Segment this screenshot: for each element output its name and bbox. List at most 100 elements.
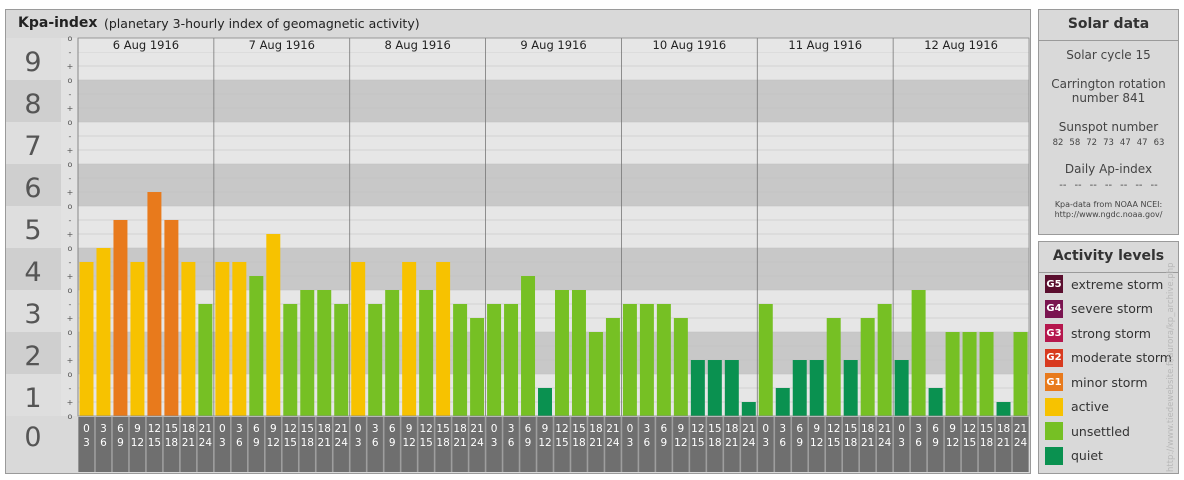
kp-bar <box>996 402 1011 416</box>
x-interval-start: 0 <box>762 423 769 435</box>
sunspot-value: 58 <box>1069 138 1081 148</box>
kp-bar <box>639 303 654 416</box>
minor-tick-label: - <box>69 258 72 267</box>
kp-bar <box>928 387 943 416</box>
x-interval-end: 12 <box>131 437 144 449</box>
minor-tick-label: o <box>68 244 73 253</box>
sunspot-value: 47 <box>1136 138 1148 148</box>
y-tick-label: 0 <box>24 422 41 453</box>
kp-bar <box>605 318 620 416</box>
x-interval-start: 21 <box>470 423 483 435</box>
day-label: 10 Aug 1916 <box>653 38 727 52</box>
x-interval-start: 18 <box>997 423 1010 435</box>
carrington-number: number 841 <box>1071 91 1146 105</box>
x-interval-end: 12 <box>402 437 415 449</box>
x-interval-start: 18 <box>861 423 874 435</box>
minor-tick-label: - <box>69 384 72 393</box>
ap-index-value: -- <box>1059 180 1067 191</box>
legend-swatch <box>1045 446 1063 465</box>
x-interval-end: 6 <box>779 437 786 449</box>
x-interval-end: 18 <box>708 437 721 449</box>
x-interval-end: 24 <box>199 437 213 449</box>
minor-tick-label: o <box>68 160 73 169</box>
kp-band <box>78 164 1029 206</box>
solar-cycle: Solar cycle 15 <box>1066 48 1151 62</box>
kp-bar <box>198 303 213 416</box>
y-tick-label: 1 <box>24 383 41 414</box>
x-interval-end: 6 <box>100 437 107 449</box>
legend-swatch: G1 <box>1045 373 1063 391</box>
kp-bar <box>487 303 502 416</box>
x-interval-end: 12 <box>810 437 823 449</box>
legend-label: quiet <box>1071 448 1103 463</box>
kp-bar <box>656 303 671 416</box>
x-interval-start: 0 <box>627 423 634 435</box>
x-interval-end: 3 <box>219 437 226 449</box>
x-interval-end: 18 <box>572 437 585 449</box>
sunspot-values: 82 58 72 73 47 47 63 <box>1039 138 1178 148</box>
minor-tick-label: o <box>68 370 73 379</box>
kp-band <box>78 80 1029 122</box>
solar-data-panel: Solar data Solar cycle 15 Carrington rot… <box>1038 9 1179 235</box>
sunspot-value: 47 <box>1119 138 1131 148</box>
sunspot-value: 72 <box>1086 138 1098 148</box>
x-interval-end: 24 <box>470 437 484 449</box>
x-interval-end: 3 <box>355 437 362 449</box>
x-interval-end: 18 <box>980 437 993 449</box>
x-interval-start: 0 <box>491 423 498 435</box>
kpa-bar-chart: 6 Aug 1916 7 Aug 1916 8 Aug 1916 9 Aug 1916… <box>6 34 1030 472</box>
x-interval-start: 15 <box>301 423 314 435</box>
minor-tick-label: + <box>67 104 74 113</box>
ap-index-value: -- <box>1135 180 1143 191</box>
x-interval-start: 6 <box>117 423 124 435</box>
kp-bar <box>775 387 790 416</box>
kp-bar <box>724 360 739 416</box>
legend-swatch: G5 <box>1045 275 1063 293</box>
minor-tick-label: - <box>69 174 72 183</box>
ap-index-value: -- <box>1074 180 1082 191</box>
x-interval-start: 18 <box>725 423 738 435</box>
minor-tick-label: o <box>68 328 73 337</box>
minor-tick-label: + <box>67 230 74 239</box>
x-interval-end: 3 <box>627 437 634 449</box>
x-interval-start: 6 <box>389 423 396 435</box>
legend-item: quiet <box>1045 446 1103 466</box>
x-interval-start: 9 <box>406 423 413 435</box>
x-interval-start: 12 <box>963 423 976 435</box>
x-interval-start: 21 <box>335 423 348 435</box>
x-interval-start: 0 <box>898 423 905 435</box>
minor-tick-label: - <box>69 90 72 99</box>
minor-tick-label: - <box>69 132 72 141</box>
x-interval-end: 24 <box>606 437 620 449</box>
kp-bar <box>130 261 145 416</box>
kp-bar <box>860 318 875 416</box>
x-interval-end: 24 <box>1014 437 1028 449</box>
kp-bar <box>622 303 637 416</box>
x-interval-start: 21 <box>606 423 619 435</box>
x-interval-start: 15 <box>572 423 585 435</box>
minor-tick-label: + <box>67 188 74 197</box>
x-interval-start: 0 <box>355 423 362 435</box>
minor-tick-label: + <box>67 314 74 323</box>
day-label: 12 Aug 1916 <box>924 38 998 52</box>
legend-label: active <box>1071 399 1109 414</box>
divider <box>1039 272 1178 273</box>
minor-tick-label: + <box>67 272 74 281</box>
x-interval-start: 21 <box>878 423 891 435</box>
x-interval-end: 9 <box>932 437 939 449</box>
minor-tick-label: - <box>69 216 72 225</box>
x-interval-start: 9 <box>542 423 549 435</box>
x-interval-start: 15 <box>708 423 721 435</box>
legend-label: severe storm <box>1071 301 1153 316</box>
kp-bar <box>809 360 824 416</box>
x-interval-end: 9 <box>253 437 260 449</box>
x-interval-end: 18 <box>301 437 314 449</box>
data-source-link[interactable]: http://www.ngdc.noaa.gov/ <box>1039 210 1178 220</box>
x-interval-start: 21 <box>742 423 755 435</box>
legend-label: moderate storm <box>1071 350 1172 365</box>
x-interval-start: 3 <box>644 423 651 435</box>
kp-bar <box>113 219 128 416</box>
kp-bar <box>317 290 332 416</box>
x-interval-start: 3 <box>372 423 379 435</box>
x-interval-end: 15 <box>827 437 840 449</box>
